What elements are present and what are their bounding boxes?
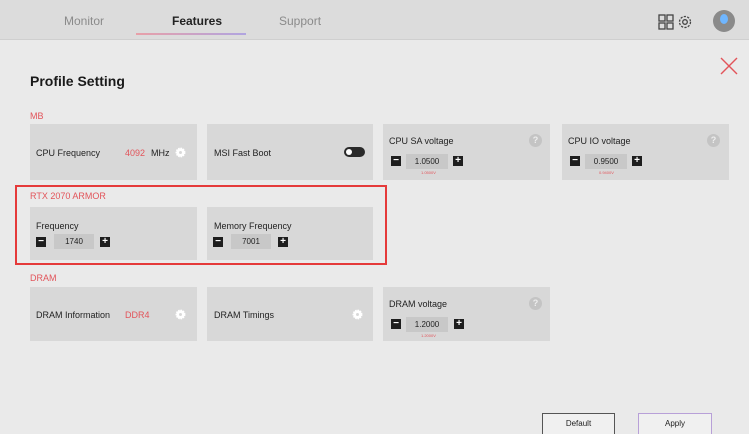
close-icon[interactable] — [718, 55, 740, 77]
top-nav-bar: Monitor Features Support — [0, 0, 749, 40]
dram-timings-settings-icon[interactable] — [352, 309, 363, 320]
cpu-io-decrement-button[interactable]: − — [570, 156, 580, 166]
cpu-io-current-hint: 0.9400V — [599, 170, 614, 175]
memory-frequency-label: Memory Frequency — [214, 221, 292, 231]
tab-support[interactable]: Support — [279, 14, 321, 28]
card-cpu-frequency: CPU Frequency 4092 MHz — [30, 124, 197, 180]
gpu-frequency-decrement-button[interactable]: − — [36, 237, 46, 247]
cpu-io-voltage-label: CPU IO voltage — [568, 136, 631, 146]
dram-voltage-input[interactable]: 1.2000 — [406, 317, 448, 332]
dram-timings-label: DRAM Timings — [214, 310, 275, 320]
dram-info-settings-icon[interactable] — [175, 309, 186, 320]
gear-icon[interactable] — [676, 13, 694, 31]
dram-info-value: DDR4 — [125, 310, 150, 320]
cpu-io-increment-button[interactable]: + — [632, 156, 642, 166]
card-memory-frequency: Memory Frequency − 7001 + — [207, 207, 373, 260]
fast-boot-label: MSI Fast Boot — [214, 148, 272, 158]
cpu-io-voltage-input[interactable]: 0.9500 — [585, 154, 627, 169]
dram-voltage-decrement-button[interactable]: − — [391, 319, 401, 329]
avatar[interactable] — [713, 10, 735, 32]
apply-button[interactable]: Apply — [638, 413, 712, 434]
section-label-dram: DRAM — [30, 273, 57, 283]
card-dram-voltage: DRAM voltage ? − 1.2000 + 1.2000V — [383, 287, 550, 341]
cpu-frequency-label: CPU Frequency — [36, 148, 101, 158]
cpu-frequency-settings-icon[interactable] — [175, 147, 186, 158]
active-tab-indicator — [136, 33, 246, 35]
page-title: Profile Setting — [30, 73, 125, 89]
cpu-sa-increment-button[interactable]: + — [453, 156, 463, 166]
grid-icon[interactable] — [657, 13, 675, 31]
memory-frequency-increment-button[interactable]: + — [278, 237, 288, 247]
card-dram-information: DRAM Information DDR4 — [30, 287, 197, 341]
default-button[interactable]: Default — [542, 413, 615, 434]
cpu-sa-decrement-button[interactable]: − — [391, 156, 401, 166]
gpu-frequency-label: Frequency — [36, 221, 79, 231]
memory-frequency-decrement-button[interactable]: − — [213, 237, 223, 247]
cpu-sa-voltage-label: CPU SA voltage — [389, 136, 454, 146]
memory-frequency-input[interactable]: 7001 — [231, 234, 271, 249]
tab-features[interactable]: Features — [172, 14, 222, 28]
tab-monitor[interactable]: Monitor — [64, 14, 104, 28]
dram-voltage-help-icon[interactable]: ? — [529, 297, 542, 310]
dram-voltage-increment-button[interactable]: + — [454, 319, 464, 329]
dram-voltage-current-hint: 1.2000V — [421, 333, 436, 338]
dram-info-label: DRAM Information — [36, 310, 111, 320]
cpu-frequency-unit: MHz — [151, 148, 170, 158]
cpu-sa-current-hint: 1.0500V — [421, 170, 436, 175]
card-dram-timings: DRAM Timings — [207, 287, 373, 341]
cpu-sa-help-icon[interactable]: ? — [529, 134, 542, 147]
cpu-frequency-value: 4092 — [125, 148, 146, 158]
gpu-frequency-input[interactable]: 1740 — [54, 234, 94, 249]
section-label-mb: MB — [30, 111, 44, 121]
section-label-gpu: RTX 2070 ARMOR — [30, 191, 106, 201]
fast-boot-toggle[interactable] — [344, 147, 365, 157]
card-cpu-sa-voltage: CPU SA voltage ? − 1.0500 + 1.0500V — [383, 124, 550, 180]
gpu-frequency-increment-button[interactable]: + — [100, 237, 110, 247]
dram-voltage-label: DRAM voltage — [389, 299, 448, 309]
card-msi-fast-boot: MSI Fast Boot — [207, 124, 373, 180]
card-gpu-frequency: Frequency − 1740 + — [30, 207, 197, 260]
cpu-sa-voltage-input[interactable]: 1.0500 — [406, 154, 448, 169]
card-cpu-io-voltage: CPU IO voltage ? − 0.9500 + 0.9400V — [562, 124, 729, 180]
cpu-io-help-icon[interactable]: ? — [707, 134, 720, 147]
